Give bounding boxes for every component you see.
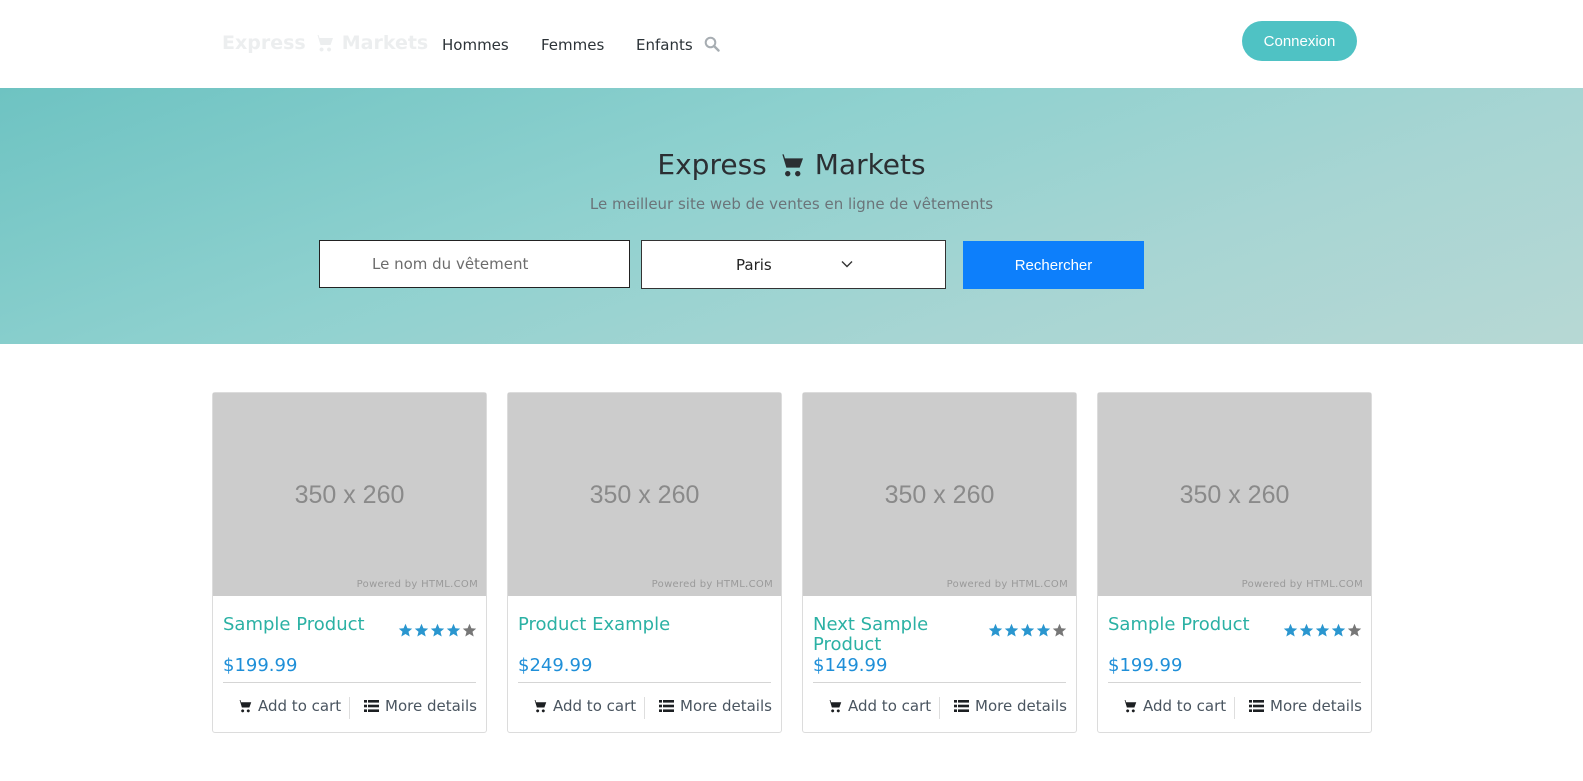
- star-icon: [398, 623, 413, 637]
- add-to-cart-label: Add to cart: [553, 697, 637, 715]
- card-divider: [223, 682, 476, 683]
- hero-title-left: Express: [657, 148, 767, 181]
- star-icon: [1020, 623, 1035, 637]
- shopping-cart-icon: [237, 700, 252, 713]
- add-to-cart-button[interactable]: Add to cart: [237, 697, 341, 715]
- star-icon: [1004, 623, 1019, 637]
- image-powered-by: Powered by HTML.COM: [356, 579, 478, 590]
- hero-subtitle: Le meilleur site web de ventes en ligne …: [589, 195, 994, 213]
- list-icon: [364, 700, 379, 712]
- star-icon: [414, 623, 429, 637]
- action-separator: [939, 697, 940, 719]
- star-icon: [1347, 623, 1362, 637]
- image-powered-by: Powered by HTML.COM: [1241, 579, 1363, 590]
- list-icon: [1249, 700, 1264, 712]
- star-icon: [1036, 623, 1051, 637]
- star-icon: [1052, 623, 1067, 637]
- star-icon: [430, 623, 445, 637]
- image-placeholder-label: 350 x 260: [1179, 481, 1290, 509]
- product-title[interactable]: Sample Product: [1108, 615, 1268, 635]
- star-icon: [988, 623, 1003, 637]
- image-placeholder-label: 350 x 260: [294, 481, 405, 509]
- product-card[interactable]: 350 x 260 Powered by HTML.COM Product Ex…: [507, 392, 782, 733]
- action-separator: [644, 697, 645, 719]
- rating-stars: [1283, 623, 1362, 638]
- hero-banner: Express Markets Le meilleur site web de …: [0, 88, 1583, 344]
- more-details-button[interactable]: More details: [659, 697, 772, 715]
- add-to-cart-button[interactable]: Add to cart: [532, 697, 636, 715]
- more-details-label: More details: [680, 697, 772, 715]
- shopping-cart-icon: [1122, 700, 1137, 713]
- more-details-label: More details: [1270, 697, 1362, 715]
- search-input[interactable]: [319, 240, 630, 288]
- product-title[interactable]: Product Example: [518, 615, 678, 635]
- list-icon: [659, 700, 674, 712]
- more-details-label: More details: [385, 697, 477, 715]
- hero-title-right: Markets: [814, 148, 926, 181]
- search-button[interactable]: Rechercher: [963, 241, 1144, 289]
- action-separator: [349, 697, 350, 719]
- image-placeholder-label: 350 x 260: [589, 481, 700, 509]
- shopping-cart-icon: [313, 35, 333, 52]
- product-image[interactable]: 350 x 260 Powered by HTML.COM: [508, 393, 781, 596]
- login-button[interactable]: Connexion: [1242, 21, 1357, 61]
- image-placeholder-label: 350 x 260: [884, 481, 995, 509]
- brand-text-left: Express: [222, 32, 306, 54]
- rating-stars: [988, 623, 1067, 638]
- product-price: $199.99: [223, 655, 298, 676]
- star-icon: [1315, 623, 1330, 637]
- more-details-button[interactable]: More details: [364, 697, 477, 715]
- card-actions: Add to cart More details: [508, 691, 781, 725]
- list-icon: [954, 700, 969, 712]
- card-actions: Add to cart More details: [803, 691, 1076, 725]
- product-image[interactable]: 350 x 260 Powered by HTML.COM: [213, 393, 486, 596]
- product-image[interactable]: 350 x 260 Powered by HTML.COM: [803, 393, 1076, 596]
- shopping-cart-icon: [827, 700, 842, 713]
- city-select-value: Paris: [736, 256, 772, 274]
- product-title[interactable]: Sample Product: [223, 615, 383, 635]
- product-image[interactable]: 350 x 260 Powered by HTML.COM: [1098, 393, 1371, 596]
- card-actions: Add to cart More details: [1098, 691, 1371, 725]
- nav-link-hommes[interactable]: Hommes: [442, 36, 509, 54]
- more-details-button[interactable]: More details: [954, 697, 1067, 715]
- chevron-down-icon: [841, 261, 853, 268]
- image-powered-by: Powered by HTML.COM: [651, 579, 773, 590]
- product-title[interactable]: Next Sample Product: [813, 615, 973, 655]
- star-icon: [1299, 623, 1314, 637]
- add-to-cart-label: Add to cart: [848, 697, 932, 715]
- star-icon: [1283, 623, 1298, 637]
- card-divider: [518, 682, 771, 683]
- star-icon: [1331, 623, 1346, 637]
- brand-text-right: Markets: [341, 32, 429, 54]
- rating-stars: [398, 623, 477, 638]
- city-select[interactable]: Paris: [641, 240, 946, 289]
- product-card[interactable]: 350 x 260 Powered by HTML.COM Next Sampl…: [802, 392, 1077, 733]
- add-to-cart-label: Add to cart: [258, 697, 342, 715]
- product-card[interactable]: 350 x 260 Powered by HTML.COM Sample Pro…: [212, 392, 487, 733]
- product-price: $199.99: [1108, 655, 1183, 676]
- card-divider: [813, 682, 1066, 683]
- product-price: $149.99: [813, 655, 888, 676]
- hero-title: Express Markets: [0, 148, 1583, 181]
- shopping-cart-icon: [532, 700, 547, 713]
- card-actions: Add to cart More details: [213, 691, 486, 725]
- image-powered-by: Powered by HTML.COM: [946, 579, 1068, 590]
- product-price: $249.99: [518, 655, 593, 676]
- brand-logo[interactable]: Express Markets: [222, 32, 428, 54]
- star-icon: [446, 623, 461, 637]
- more-details-button[interactable]: More details: [1249, 697, 1362, 715]
- more-details-label: More details: [975, 697, 1067, 715]
- nav-link-femmes[interactable]: Femmes: [541, 36, 604, 54]
- product-card[interactable]: 350 x 260 Powered by HTML.COM Sample Pro…: [1097, 392, 1372, 733]
- add-to-cart-button[interactable]: Add to cart: [1122, 697, 1226, 715]
- action-separator: [1234, 697, 1235, 719]
- add-to-cart-label: Add to cart: [1143, 697, 1227, 715]
- star-icon: [462, 623, 477, 637]
- nav-link-enfants[interactable]: Enfants: [636, 36, 693, 54]
- navbar: Express Markets Hommes Femmes Enfants Co…: [0, 0, 1583, 88]
- search-icon[interactable]: [704, 36, 720, 52]
- card-divider: [1108, 682, 1361, 683]
- shopping-cart-icon: [777, 153, 803, 176]
- add-to-cart-button[interactable]: Add to cart: [827, 697, 931, 715]
